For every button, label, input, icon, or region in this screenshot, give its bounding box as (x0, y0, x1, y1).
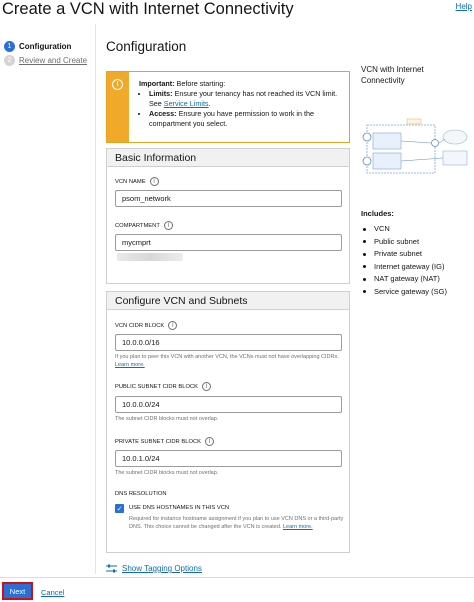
panel-title: Basic Information (107, 149, 349, 167)
learn-more-link[interactable]: Learn more. (115, 362, 145, 368)
dns-helper: Required for instance hostname assignmen… (129, 516, 344, 530)
compartment-select[interactable]: mycmprt (115, 234, 342, 251)
includes-title: Includes: (361, 209, 394, 218)
private-subnet-cidr-label: PRIVATE SUBNET CIDR BLOCK i (115, 437, 215, 446)
vcn-cidr-helper: If you plan to peer this VCN with anothe… (115, 354, 339, 368)
step-label-review-and-create: Review and Create (19, 56, 88, 65)
page-title: Create a VCN with Internet Connectivity (2, 0, 294, 18)
compartment-label: COMPARTMENT i (115, 221, 173, 230)
info-icon: ! (112, 79, 123, 90)
important-notice: ! Important: Before starting: Limits: En… (106, 71, 350, 143)
private-subnet-cidr-input[interactable]: 10.0.1.0/24 (115, 450, 342, 467)
vcn-name-input[interactable]: psom_network (115, 190, 342, 207)
footer-bar: Next Cancel (0, 577, 474, 602)
public-subnet-cidr-input[interactable]: 10.0.0.0/24 (115, 396, 342, 413)
show-tagging-options-link[interactable]: Show Tagging Options (106, 564, 202, 573)
list-item: Public subnet (361, 236, 469, 249)
dns-checkbox-label[interactable]: USE DNS HOSTNAMES IN THIS VCN (129, 505, 229, 511)
vcn-cidr-label: VCN CIDR BLOCK i (115, 321, 178, 330)
info-circle-icon[interactable]: i (205, 437, 215, 446)
dns-hostnames-checkbox[interactable]: ✓ (115, 504, 124, 513)
list-item: Service gateway (SG) (361, 286, 469, 299)
next-button[interactable]: Next (2, 582, 33, 600)
redacted-compartment-path (117, 253, 183, 261)
includes-list: Includes: VCN Public subnet Private subn… (361, 209, 469, 298)
wizard-steps: 1 Configuration 2 Review and Create (0, 24, 96, 574)
help-link[interactable]: Help (456, 2, 472, 11)
public-subnet-cidr-label: PUBLIC SUBNET CIDR BLOCK i (115, 382, 212, 391)
notice-heading: Important: (139, 79, 175, 88)
sliders-icon (106, 564, 117, 573)
list-item: Internet gateway (IG) (361, 261, 469, 274)
diagram-title: VCN with Internet Connectivity (361, 65, 424, 85)
section-title: Configuration (106, 39, 187, 54)
info-circle-icon[interactable]: i (163, 221, 173, 230)
step-configuration[interactable]: 1 Configuration (4, 41, 71, 52)
step-review-and-create[interactable]: 2 Review and Create (4, 55, 87, 66)
vcn-cidr-input[interactable]: 10.0.0.0/16 (115, 334, 342, 351)
list-item: VCN (361, 223, 469, 236)
basic-information-panel: Basic Information VCN NAME i psom_networ… (106, 148, 350, 284)
dns-resolution-label: DNS RESOLUTION (115, 491, 167, 497)
info-circle-icon[interactable]: i (149, 177, 159, 186)
warning-stripe: ! (107, 72, 129, 142)
panel-title: Configure VCN and Subnets (107, 292, 349, 310)
title-bar: Create a VCN with Internet Connectivity … (0, 0, 474, 24)
configure-vcn-panel: Configure VCN and Subnets VCN CIDR BLOCK… (106, 291, 350, 553)
notice-item-limits: Limits: Ensure your tenancy has not reac… (149, 89, 345, 109)
info-circle-icon[interactable]: i (202, 382, 212, 391)
notice-item-access: Access: Ensure you have permission to wo… (149, 109, 345, 129)
cancel-link[interactable]: Cancel (41, 588, 64, 597)
vcn-name-label: VCN NAME i (115, 177, 159, 186)
template-sidebar: VCN with Internet Connectivity Includes:… (361, 64, 469, 296)
step-number-1: 1 (4, 41, 15, 52)
notice-heading-rest: Before starting: (174, 79, 226, 88)
info-circle-icon[interactable]: i (168, 321, 178, 330)
learn-more-link[interactable]: Learn more. (283, 524, 313, 530)
step-number-2: 2 (4, 55, 15, 66)
service-limits-link[interactable]: Service Limits (164, 99, 209, 108)
list-item: NAT gateway (NAT) (361, 273, 469, 286)
step-label-configuration: Configuration (19, 42, 72, 51)
notice-text: Important: Before starting: Limits: Ensu… (139, 79, 345, 129)
vcn-architecture-diagram (362, 118, 468, 174)
private-subnet-helper: The subnet CIDR blocks must not overlap. (115, 470, 219, 476)
list-item: Private subnet (361, 248, 469, 261)
public-subnet-helper: The subnet CIDR blocks must not overlap. (115, 416, 219, 422)
